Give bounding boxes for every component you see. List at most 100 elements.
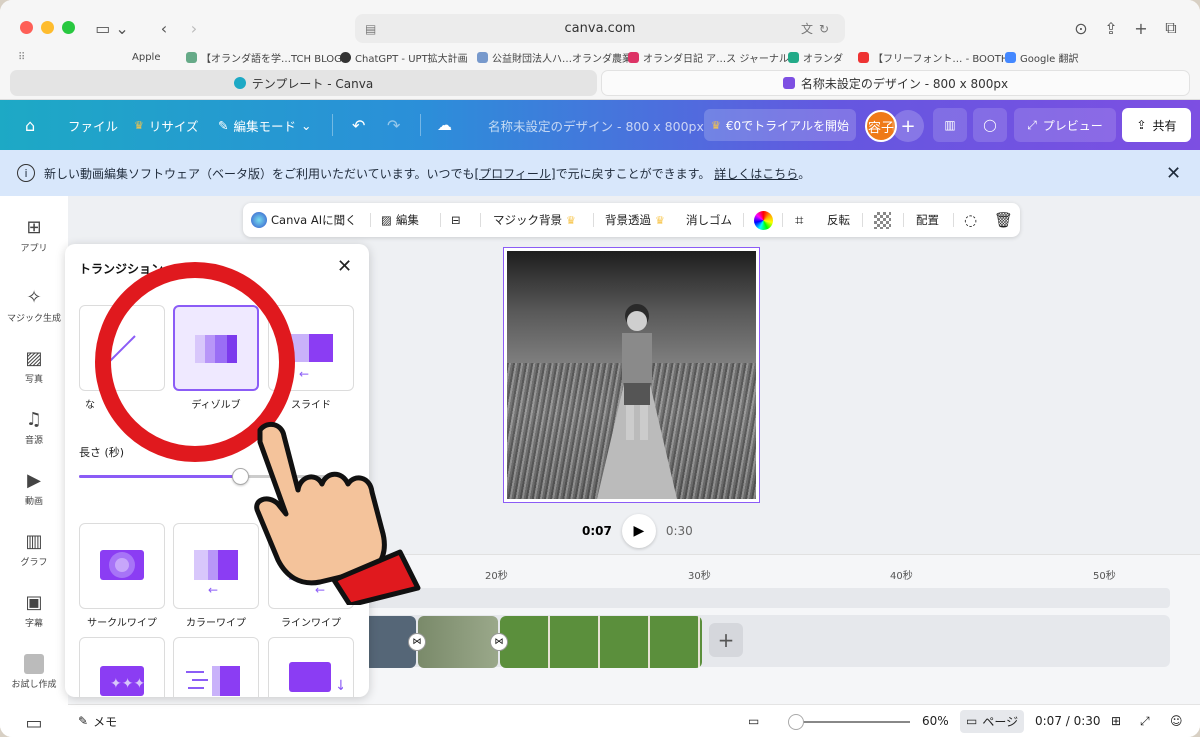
bookmark-item[interactable]: 公益財団法人ハ…オランダ農業 — [477, 50, 632, 65]
insights-icon[interactable]: ▥ — [933, 108, 967, 142]
bookmark-item[interactable]: Apple — [128, 52, 160, 63]
duration-slider-knob[interactable] — [232, 468, 250, 485]
add-clip-button[interactable]: + — [709, 623, 743, 657]
bookmarks-grid-icon[interactable]: ⠿ — [18, 52, 25, 63]
timeline-toggle-icon[interactable]: ▭ — [748, 714, 759, 728]
canva-header: ⌂ ファイル ♛ リサイズ ✎ 編集モード ⌄ ↶ ↷ ☁ 名称未設定のデザイン - … — [0, 100, 1200, 150]
learn-more-link[interactable]: 詳しくはこちら — [714, 167, 798, 181]
grid-view-icon[interactable]: ⊞ — [1111, 714, 1121, 728]
play-button[interactable]: ▶ — [621, 514, 656, 548]
bg-remover-button[interactable]: 背景透過 ♛ — [605, 212, 665, 228]
sidebar-item-photos[interactable]: ▨ 写真 — [0, 349, 68, 386]
close-icon[interactable]: ✕ — [1166, 163, 1181, 184]
video-clip[interactable] — [418, 616, 498, 668]
address-bar[interactable]: ▤ canva.com 文↻ — [355, 14, 845, 43]
sidebar-item-folder[interactable]: ▭ — [0, 714, 68, 734]
sidebar-toggle-icon[interactable]: ▭ ⌄ — [90, 14, 134, 42]
home-icon[interactable]: ⌂ — [25, 100, 35, 150]
sidebar-item-video[interactable]: ▶ 動画 — [0, 471, 68, 508]
crop-icon[interactable]: ⌗ — [795, 211, 803, 229]
transition-marker-icon[interactable]: ⋈ — [408, 633, 426, 651]
document-title[interactable]: 名称未設定のデザイン - 800 x 800px — [488, 100, 704, 150]
bookmark-item[interactable]: ChatGPT - UPT拡大計画 — [340, 50, 468, 65]
try-thumbnail-icon — [24, 654, 44, 674]
resize-menu[interactable]: ♛ リサイズ — [134, 100, 199, 150]
page-menu-icon[interactable]: ▤ — [365, 22, 376, 36]
bookmark-label: オランダ — [803, 53, 843, 65]
bookmark-item[interactable]: オランダ — [788, 50, 843, 65]
transition-marker-icon[interactable]: ⋈ — [490, 633, 508, 651]
magic-background-button[interactable]: マジック背景 ♛ — [493, 212, 576, 228]
bookmark-item[interactable]: オランダ日記 ア…ス ジャーナル — [628, 50, 789, 65]
edit-mode-menu[interactable]: ✎ 編集モード ⌄ — [218, 100, 311, 150]
share-button[interactable]: ⇪ 共有 — [1122, 108, 1191, 142]
transition-card-sparkle[interactable]: ✦✦✦ — [79, 637, 165, 697]
eraser-label: 消しゴム — [686, 213, 732, 227]
transition-card-color-wipe[interactable]: ← — [173, 523, 259, 609]
bookmark-item[interactable]: 【オランダ語を学…TCH BLOG — [186, 50, 342, 65]
divider — [370, 213, 371, 227]
add-collaborator-button[interactable]: + — [892, 110, 924, 142]
fullscreen-icon[interactable]: ⤢ — [1140, 714, 1150, 729]
browser-window: ▭ ⌄ ‹ › ▤ canva.com 文↻ ⊙ ⇪ + ⧉ ⠿ Apple 【… — [0, 0, 1200, 737]
zoom-slider-track[interactable] — [792, 721, 910, 723]
split-icon[interactable]: ⊟ — [451, 213, 461, 227]
canva-ai-button[interactable]: Canva AIに聞く — [251, 212, 357, 228]
share-sheet-icon[interactable]: ⇪ — [1100, 14, 1122, 42]
divider — [782, 213, 783, 227]
file-menu[interactable]: ファイル — [68, 100, 118, 150]
edit-image-button[interactable]: ▨ 編集 — [381, 212, 419, 228]
redo-icon[interactable]: ↷ — [387, 100, 400, 150]
tab-templates[interactable]: テンプレート - Canva — [10, 70, 597, 96]
transition-card-speed[interactable] — [173, 637, 259, 697]
minimize-window-button[interactable] — [41, 21, 54, 34]
forward-icon[interactable]: › — [180, 14, 208, 42]
eraser-button[interactable]: 消しゴム — [686, 212, 732, 228]
transition-card-circle-wipe[interactable] — [79, 523, 165, 609]
transparency-button[interactable] — [874, 211, 891, 229]
notes-button[interactable]: ✎ メモ — [78, 713, 117, 730]
undo-icon[interactable]: ↶ — [352, 100, 365, 150]
close-icon[interactable]: ✕ — [337, 256, 352, 277]
flip-button[interactable]: 反転 — [827, 212, 850, 228]
transition-card-drop[interactable]: ↓ — [268, 637, 354, 697]
zoom-slider-knob[interactable] — [788, 714, 804, 730]
cloud-saved-icon[interactable]: ☁ — [437, 100, 452, 150]
sidebar-item-try[interactable]: お試し作成 — [0, 654, 68, 690]
comment-add-icon[interactable]: ◌ — [964, 211, 977, 229]
divider — [420, 114, 421, 136]
tab-overview-icon[interactable]: ⧉ — [1160, 14, 1182, 42]
audio-track[interactable] — [364, 588, 1170, 608]
design-canvas-photo[interactable] — [503, 247, 760, 503]
close-window-button[interactable] — [20, 21, 33, 34]
tab-design[interactable]: 名称未設定のデザイン - 800 x 800px — [601, 70, 1190, 96]
pencil-icon: ✎ — [218, 117, 229, 133]
arrange-button[interactable]: 配置 — [916, 212, 939, 228]
back-icon[interactable]: ‹ — [150, 14, 178, 42]
sidebar-item-apps[interactable]: ⊞ アプリ — [0, 218, 68, 255]
trial-button[interactable]: ♛ €0でトライアルを開始 — [704, 109, 856, 141]
preview-button[interactable]: ⤢ プレビュー — [1014, 108, 1116, 142]
bookmarks-bar: ⠿ Apple 【オランダ語を学…TCH BLOG ChatGPT - UPT拡… — [0, 48, 1200, 66]
edit-mode-label: 編集モード — [233, 118, 296, 134]
profile-link[interactable]: [プロフィール] — [474, 167, 555, 181]
pages-button[interactable]: ▭ ページ — [960, 709, 1025, 733]
zoom-level[interactable]: 60% — [922, 714, 949, 728]
video-clip[interactable] — [500, 616, 702, 668]
new-tab-icon[interactable]: + — [1130, 14, 1152, 42]
downloads-icon[interactable]: ⊙ — [1070, 14, 1092, 42]
trash-icon[interactable]: 🗑 — [994, 211, 1013, 229]
translate-reload-icon[interactable]: 文↻ — [801, 20, 835, 37]
sidebar-item-magic[interactable]: ✧ マジック生成 — [0, 288, 68, 325]
color-picker[interactable] — [754, 210, 773, 230]
comments-icon[interactable]: ◯ — [973, 108, 1007, 142]
sidebar-item-captions[interactable]: ▣ 字幕 — [0, 593, 68, 630]
sidebar-item-charts[interactable]: ▥ グラフ — [0, 532, 68, 569]
bookmark-item[interactable]: Google 翻訳 — [1005, 50, 1078, 65]
zoom-window-button[interactable] — [62, 21, 75, 34]
help-bot-icon[interactable]: ☺ — [1170, 714, 1183, 728]
current-time: 0:07 — [582, 524, 612, 538]
bookmark-item[interactable]: 【フリーフォント… - BOOTH — [858, 50, 1008, 65]
canva-ai-icon — [251, 212, 267, 228]
sidebar-item-audio[interactable]: ♫ 音源 — [0, 410, 68, 447]
